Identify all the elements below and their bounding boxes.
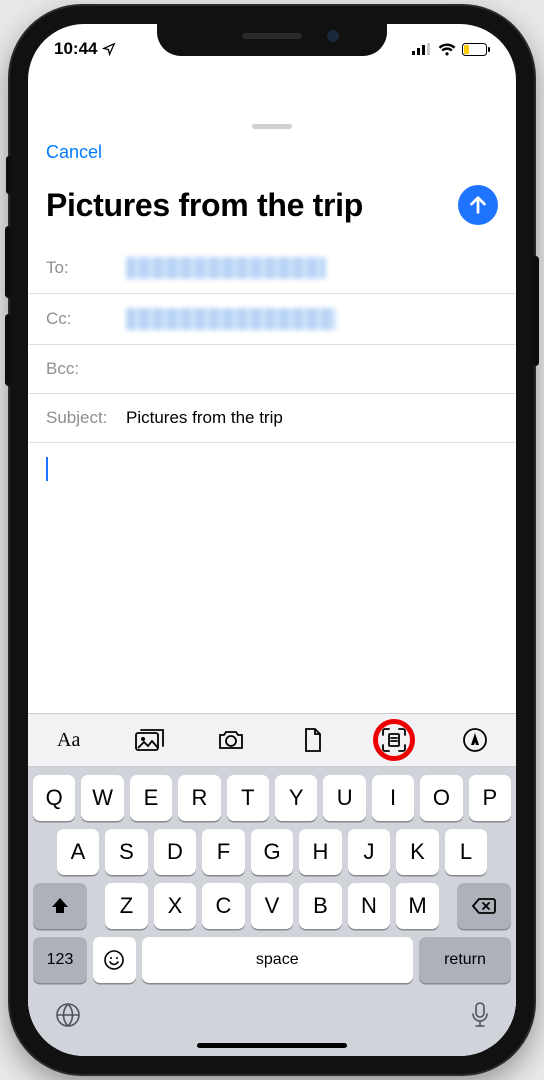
backspace-icon xyxy=(472,897,496,915)
dictation-icon[interactable] xyxy=(470,1001,490,1029)
key-m[interactable]: M xyxy=(396,883,439,929)
status-time: 10:44 xyxy=(54,39,97,59)
to-label: To: xyxy=(46,258,126,278)
power-button xyxy=(532,256,539,366)
key-y[interactable]: Y xyxy=(275,775,317,821)
camera-icon xyxy=(217,729,245,751)
backspace-key[interactable] xyxy=(457,883,511,929)
emoji-key[interactable] xyxy=(93,937,136,983)
key-q[interactable]: Q xyxy=(33,775,75,821)
text-cursor xyxy=(46,457,48,481)
key-d[interactable]: D xyxy=(154,829,197,875)
key-e[interactable]: E xyxy=(130,775,172,821)
markup-button[interactable] xyxy=(435,727,516,753)
mute-switch xyxy=(6,156,12,194)
keyboard: Aa xyxy=(28,713,516,1056)
attach-file-button[interactable] xyxy=(272,727,353,753)
key-k[interactable]: K xyxy=(396,829,439,875)
key-b[interactable]: B xyxy=(299,883,342,929)
bcc-label: Bcc: xyxy=(46,359,126,379)
battery-low-icon xyxy=(462,43,490,56)
arrow-up-icon xyxy=(467,194,489,216)
photo-library-icon xyxy=(135,728,165,752)
globe-icon[interactable] xyxy=(54,1001,82,1029)
location-icon xyxy=(102,42,116,56)
emoji-icon xyxy=(103,949,125,971)
scan-document-icon xyxy=(381,727,407,753)
photo-library-button[interactable] xyxy=(109,728,190,752)
key-w[interactable]: W xyxy=(81,775,123,821)
space-key[interactable]: space xyxy=(142,937,414,983)
home-indicator[interactable] xyxy=(197,1043,347,1048)
cc-field[interactable]: Cc: xyxy=(28,294,516,345)
key-j[interactable]: J xyxy=(348,829,391,875)
volume-up-button xyxy=(5,226,12,298)
key-c[interactable]: C xyxy=(202,883,245,929)
cancel-button[interactable]: Cancel xyxy=(46,142,102,162)
return-key[interactable]: return xyxy=(419,937,511,983)
volume-down-button xyxy=(5,314,12,386)
key-g[interactable]: G xyxy=(251,829,294,875)
cellular-icon xyxy=(412,43,432,55)
scan-document-button[interactable] xyxy=(353,727,434,753)
wifi-icon xyxy=(438,43,456,56)
shift-icon xyxy=(50,896,70,916)
message-body[interactable] xyxy=(28,443,516,713)
document-icon xyxy=(302,727,324,753)
numbers-key[interactable]: 123 xyxy=(33,937,87,983)
subject-label: Subject: xyxy=(46,408,126,428)
camera-button[interactable] xyxy=(191,729,272,751)
key-s[interactable]: S xyxy=(105,829,148,875)
key-a[interactable]: A xyxy=(57,829,100,875)
keyboard-accessory-bar: Aa xyxy=(28,713,516,767)
compose-title: Pictures from the trip xyxy=(46,187,363,224)
key-t[interactable]: T xyxy=(227,775,269,821)
key-h[interactable]: H xyxy=(299,829,342,875)
key-z[interactable]: Z xyxy=(105,883,148,929)
to-field[interactable]: To: xyxy=(28,243,516,294)
key-p[interactable]: P xyxy=(469,775,511,821)
device-notch xyxy=(157,24,387,56)
format-text-button[interactable]: Aa xyxy=(28,729,109,752)
key-u[interactable]: U xyxy=(323,775,365,821)
key-n[interactable]: N xyxy=(348,883,391,929)
key-x[interactable]: X xyxy=(154,883,197,929)
shift-key[interactable] xyxy=(33,883,87,929)
subject-field[interactable]: Subject: xyxy=(28,394,516,443)
markup-icon xyxy=(462,727,488,753)
key-v[interactable]: V xyxy=(251,883,294,929)
device-frame: 10:44 Cancel Pictures from the trip xyxy=(10,6,534,1074)
key-r[interactable]: R xyxy=(178,775,220,821)
key-o[interactable]: O xyxy=(420,775,462,821)
cc-value-redacted xyxy=(126,308,336,330)
cc-label: Cc: xyxy=(46,309,126,329)
bcc-field[interactable]: Bcc: xyxy=(28,345,516,394)
compose-sheet: Cancel Pictures from the trip To: Cc: Bc… xyxy=(28,116,516,1056)
subject-input[interactable] xyxy=(126,408,498,428)
key-f[interactable]: F xyxy=(202,829,245,875)
send-button[interactable] xyxy=(458,185,498,225)
key-l[interactable]: L xyxy=(445,829,488,875)
key-i[interactable]: I xyxy=(372,775,414,821)
sheet-grabber[interactable] xyxy=(252,124,292,129)
to-value-redacted xyxy=(126,257,326,279)
